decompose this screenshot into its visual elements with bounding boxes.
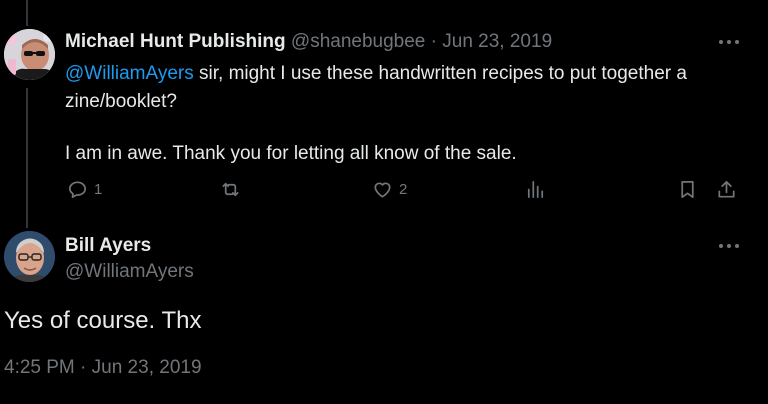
bookmark-icon [681,180,694,198]
main-author-handle[interactable]: @WilliamAyers [65,261,194,283]
reply-paragraph: @WilliamAyers sir, might I use these han… [65,60,745,116]
reply-date[interactable]: Jun 23, 2019 [442,31,552,52]
thread-connector [26,88,28,228]
share-icon [718,180,735,198]
mention-link[interactable]: @WilliamAyers [65,63,194,84]
avatar[interactable] [4,231,55,282]
analytics-icon [527,180,544,198]
retweet-button[interactable] [219,177,247,201]
reply-author-name[interactable]: Michael Hunt Publishing [65,31,286,52]
thread-connector-top [26,0,28,26]
comment-icon [68,180,87,198]
reply-text: @WilliamAyers sir, might I use these han… [65,60,745,168]
like-button[interactable]: 2 [371,177,407,201]
reply-button[interactable]: 1 [66,177,102,201]
retweet-icon [222,182,239,196]
reply-author-handle[interactable]: @shanebugbee [291,31,425,52]
main-author-name[interactable]: Bill Ayers [65,235,151,257]
heart-icon [374,182,391,198]
reply-paragraph-2: I am in awe. Thank you for letting all k… [65,143,517,164]
more-icon[interactable] [717,241,741,251]
reply-header: Michael Hunt Publishing @shanebugbee · J… [65,31,552,53]
main-tweet-text: Yes of course. Thx [4,307,202,334]
share-button[interactable] [715,177,738,201]
avatar[interactable] [4,29,55,80]
reply-count: 1 [94,180,103,198]
like-count: 2 [399,180,408,198]
main-timestamp[interactable]: 4:25 PM · Jun 23, 2019 [4,357,202,379]
bookmark-button[interactable] [676,177,699,201]
more-icon[interactable] [717,37,741,47]
views-button[interactable] [524,177,547,201]
header-separator: · [430,31,437,52]
